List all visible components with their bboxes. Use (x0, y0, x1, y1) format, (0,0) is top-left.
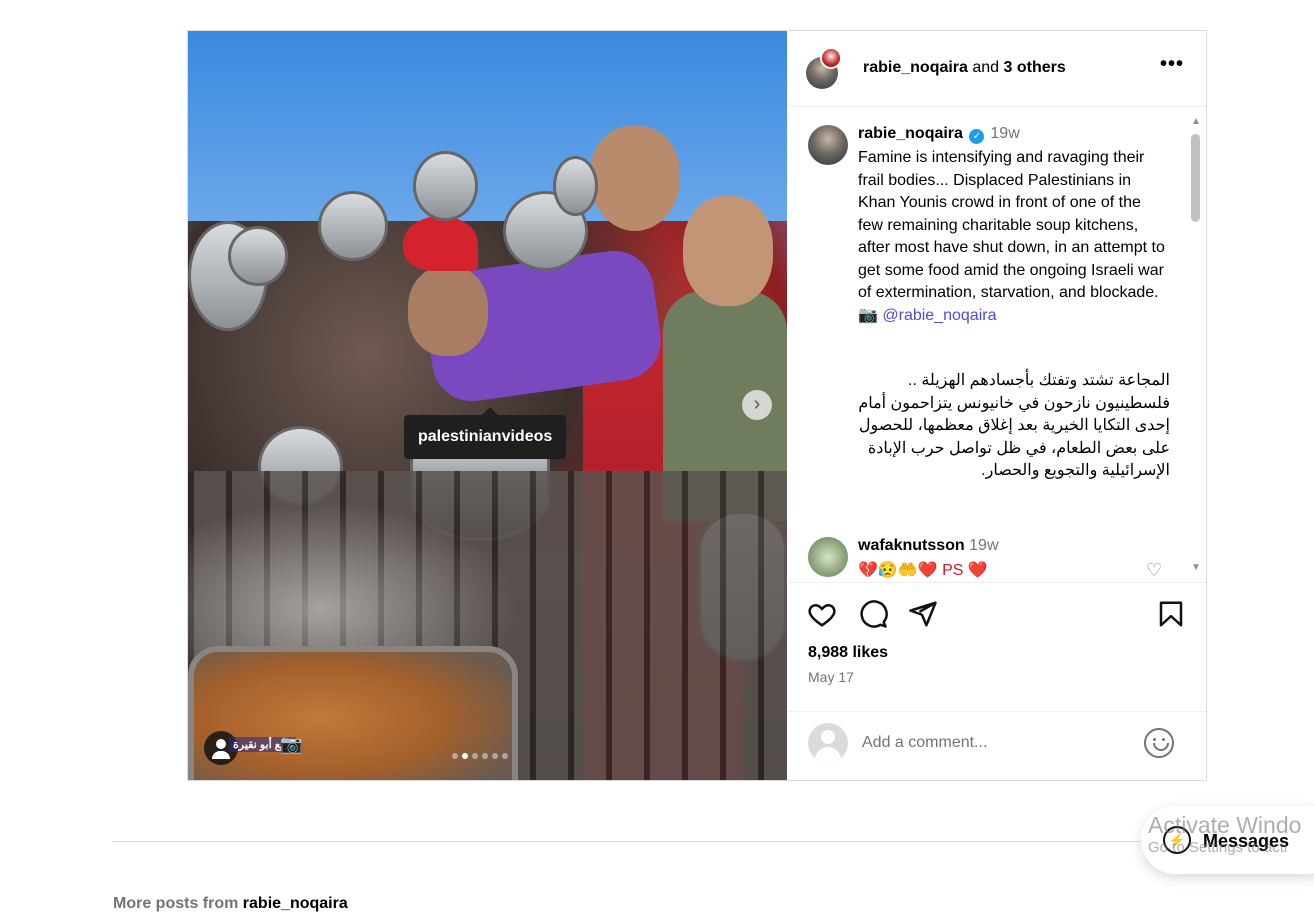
current-user-avatar (808, 723, 848, 763)
save-bookmark-icon[interactable] (1156, 599, 1186, 629)
post-image[interactable]: palestinianvideos › ربيع أبو نقيرة 📷 (188, 31, 787, 780)
collaborator-avatar[interactable] (820, 47, 842, 69)
section-divider (113, 841, 1314, 842)
activation-title: Activate Windo (1148, 812, 1302, 838)
activation-subtitle: Go to Settings to acti (1148, 839, 1288, 856)
more-posts-heading: More posts from rabie_noqaira (113, 895, 348, 913)
comments-panel[interactable]: rabie_noqaira ✓ 19w Famine is intensifyin… (788, 108, 1206, 583)
image-face (683, 196, 773, 306)
like-heart-icon[interactable] (807, 599, 837, 629)
post-authors[interactable]: rabie_noqaira and 3 others (863, 59, 1066, 77)
commenter-avatar[interactable] (808, 537, 848, 577)
caption-time[interactable]: 19w (990, 125, 1019, 142)
image-cooking-pot (188, 646, 518, 780)
caption-username[interactable]: rabie_noqaira (858, 125, 963, 142)
comment-text: 💔😥🤲❤️ PS ❤️ (858, 562, 988, 579)
post-actions (788, 591, 1206, 641)
caption-english: Famine is intensifying and ravaging thei… (858, 149, 1170, 324)
comment-bubble-icon[interactable] (858, 599, 888, 629)
windows-activation-watermark: Activate Windo Go to Settings to acti (1148, 811, 1301, 857)
carousel-dot (472, 753, 478, 759)
post-date[interactable]: May 17 (808, 669, 854, 685)
more-options-icon[interactable]: ••• (1160, 53, 1184, 76)
camera-icon: 📷 (280, 734, 303, 754)
image-red-cap (403, 216, 478, 271)
comment-username[interactable]: wafaknutsson (858, 537, 965, 554)
comment-time[interactable]: 19w (969, 537, 998, 554)
comments-scrollbar[interactable]: ▲ ▼ (1188, 116, 1204, 574)
image-pot (228, 226, 288, 286)
comment-like-heart-icon[interactable]: ♡ (1146, 560, 1162, 581)
author-username[interactable]: rabie_noqaira (863, 59, 968, 76)
likes-count[interactable]: 8,988 likes (808, 644, 888, 662)
caption-arabic: المجاعة تشتد وتفتك بأجسادهم الهزيلة .. ف… (858, 372, 1170, 479)
emoji-picker-icon[interactable] (1144, 728, 1174, 758)
carousel-next-button[interactable]: › (742, 390, 772, 420)
caption-text: Famine is intensifying and ravaging thei… (858, 147, 1170, 327)
carousel-dot (492, 753, 498, 759)
caption-author-avatar[interactable] (808, 125, 848, 165)
post-card: palestinianvideos › ربيع أبو نقيرة 📷 rab… (187, 30, 1207, 781)
authors-connector: and (967, 59, 1004, 76)
image-pot (318, 191, 388, 261)
carousel-dot (452, 753, 458, 759)
carousel-indicator (452, 753, 508, 759)
image-pot (553, 156, 598, 216)
carousel-dot-active (462, 753, 468, 759)
collaborators-link[interactable]: 3 others (1004, 59, 1066, 76)
carousel-dot (502, 753, 508, 759)
share-paper-plane-icon[interactable] (908, 599, 938, 629)
more-posts-prefix: More posts from (113, 895, 243, 912)
image-face (408, 266, 488, 356)
user-tag-tooltip[interactable]: palestinianvideos (404, 407, 567, 459)
caption-mention-link[interactable]: @rabie_noqaira (882, 307, 996, 324)
add-comment-bar (788, 711, 1206, 780)
post-header: rabie_noqaira and 3 others ••• (788, 31, 1206, 107)
scroll-up-arrow-icon[interactable]: ▲ (1191, 116, 1201, 127)
scroll-thumb[interactable] (1191, 134, 1200, 222)
scroll-down-arrow-icon[interactable]: ▼ (1191, 562, 1201, 573)
image-pot (413, 151, 478, 221)
image-face (590, 126, 680, 231)
caption-header: rabie_noqaira ✓ 19w (858, 125, 1020, 144)
post-sidebar: rabie_noqaira and 3 others ••• rabie_noq… (788, 31, 1206, 780)
carousel-dot (482, 753, 488, 759)
comment-header: wafaknutsson 19w (858, 537, 999, 555)
more-posts-username[interactable]: rabie_noqaira (243, 895, 348, 912)
comment-input[interactable] (862, 730, 1122, 756)
verified-badge-icon: ✓ (969, 129, 985, 144)
